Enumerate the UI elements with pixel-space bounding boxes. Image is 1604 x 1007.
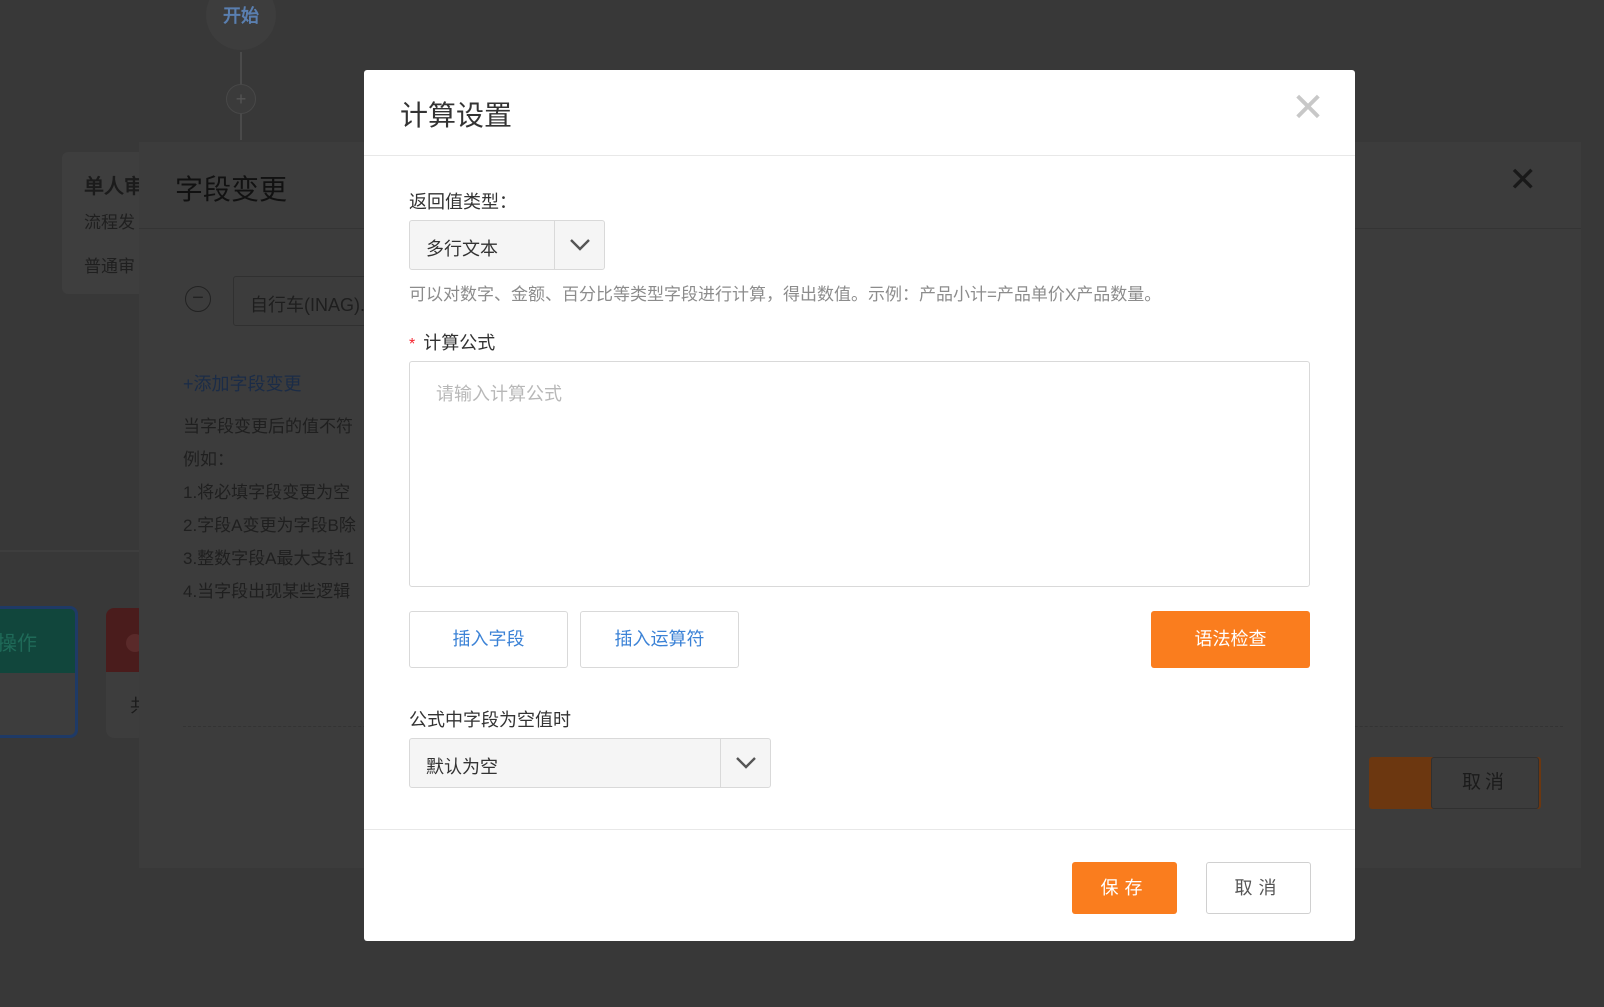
note-line: 1.将必填字段变更为空 — [183, 483, 351, 502]
save-button[interactable]: 保存 — [1072, 862, 1177, 914]
dialog-title: 计算设置 — [400, 100, 513, 131]
node-type: 普通审 — [84, 257, 135, 276]
remove-field-icon[interactable]: − — [185, 286, 211, 312]
chevron-down-icon — [720, 739, 770, 787]
start-node: 开始 — [206, 0, 276, 50]
field-change-close-icon[interactable]: ✕ — [1509, 160, 1538, 200]
close-icon[interactable]: ✕ — [1288, 88, 1328, 128]
calc-settings-dialog: 计算设置 ✕ 返回值类型： 多行文本 可以对数字、金额、百分比等类型字段进行计算… — [364, 70, 1355, 941]
field-select[interactable]: 自行车(INAG). — [233, 276, 373, 326]
node-title: 单人审 — [84, 176, 144, 198]
start-node-label: 开始 — [223, 6, 259, 26]
note-line: 4.当字段出现某些逻辑 — [183, 582, 351, 601]
note-line: 例如： — [183, 450, 234, 469]
required-mark: * — [409, 336, 416, 353]
header-divider — [364, 155, 1355, 156]
node-subtitle: 流程发 — [84, 213, 135, 232]
empty-value-label: 公式中字段为空值时 — [409, 710, 571, 730]
formula-label: 计算公式 — [423, 333, 496, 353]
note-line: 3.整数字段A最大支持1 — [183, 549, 354, 568]
operation-node-card[interactable]: 操作 — [0, 606, 78, 738]
note-line: 当字段变更后的值不符 — [183, 417, 353, 436]
empty-value-option: 默认为空 — [426, 757, 498, 777]
field-change-notes: 当字段变更后的值不符 例如： 1.将必填字段变更为空 2.字段A变更为字段B除 … — [183, 410, 356, 608]
field-change-cancel-button[interactable]: 取消 — [1431, 757, 1539, 809]
return-type-label: 返回值类型： — [409, 192, 517, 212]
footer-divider — [364, 829, 1355, 830]
add-field-change-link[interactable]: +添加字段变更 — [183, 370, 302, 396]
insert-field-button[interactable]: 插入字段 — [409, 611, 568, 668]
return-type-value: 多行文本 — [426, 239, 498, 259]
chevron-down-icon — [554, 221, 604, 269]
return-type-select[interactable]: 多行文本 — [409, 220, 605, 270]
calc-hint: 可以对数字、金额、百分比等类型字段进行计算，得出数值。示例：产品小计=产品单价X… — [409, 285, 1162, 304]
field-change-title: 字段变更 — [175, 174, 288, 205]
formula-label-row: * 计算公式 — [409, 329, 495, 355]
add-node-button[interactable]: + — [226, 84, 256, 114]
formula-input[interactable] — [409, 361, 1310, 587]
syntax-check-button[interactable]: 语法检查 — [1151, 611, 1310, 668]
note-line: 2.字段A变更为字段B除 — [183, 516, 356, 535]
empty-value-select[interactable]: 默认为空 — [409, 738, 771, 788]
operation-node-header: 操作 — [0, 609, 75, 673]
cancel-button[interactable]: 取消 — [1206, 862, 1311, 914]
insert-operator-button[interactable]: 插入运算符 — [580, 611, 739, 668]
canvas-divider — [0, 550, 140, 552]
